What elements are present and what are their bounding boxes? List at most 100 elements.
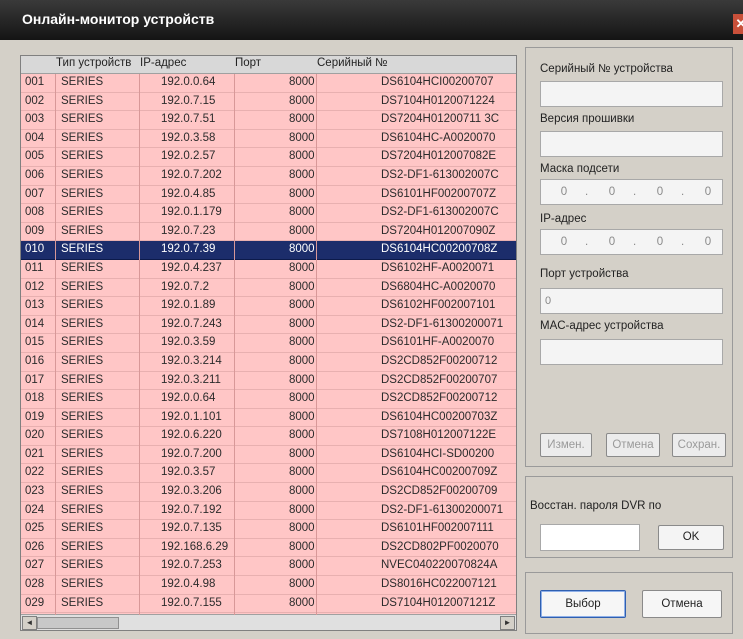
footer-panel: Выбор Отмена bbox=[525, 572, 733, 634]
ip-address-cell: 192.0.4.237 bbox=[161, 261, 222, 274]
ip-address-cell: 192.0.3.57 bbox=[161, 466, 216, 479]
scroll-right-icon[interactable]: ► bbox=[500, 616, 515, 630]
column-divider bbox=[316, 74, 317, 615]
serial-number-cell: DS2-DF1-613002007C bbox=[381, 168, 499, 181]
scroll-left-icon[interactable]: ◄ bbox=[22, 616, 37, 630]
serial-number-cell: DS2CD852F00200712 bbox=[381, 392, 498, 405]
table-row[interactable]: 012 SERIES 192.0.7.2 8000 DS6804HC-A0020070 bbox=[21, 279, 516, 298]
serial-number-cell: DS7204H012007090Z bbox=[381, 224, 496, 237]
column-header-serial[interactable]: Серийный № bbox=[317, 57, 388, 69]
port-cell: 8000 bbox=[289, 113, 315, 126]
row-number: 021 bbox=[25, 447, 45, 460]
table-row[interactable]: 011 SERIES 192.0.4.237 8000 DS6102HF-A002007… bbox=[21, 260, 516, 279]
table-row[interactable]: 006 SERIES 192.0.7.202 8000 DS2-DF1-61300200… bbox=[21, 167, 516, 186]
row-number: 029 bbox=[25, 596, 45, 609]
mac-address-field[interactable] bbox=[540, 339, 723, 365]
table-row[interactable]: 015 SERIES 192.0.3.59 8000 DS6101HF-A0020070 bbox=[21, 334, 516, 353]
ip-address-field[interactable]: 0 . 0 . 0 . 0 bbox=[540, 229, 723, 255]
table-row[interactable]: 004 SERIES 192.0.3.58 8000 DS6104HC-A0020070 bbox=[21, 130, 516, 149]
window-title: Онлайн-монитор устройств bbox=[22, 11, 215, 27]
ip-address-cell: 192.0.2.57 bbox=[161, 150, 216, 163]
close-icon[interactable]: ✕ bbox=[733, 14, 743, 34]
device-type-cell: SERIES bbox=[61, 243, 104, 256]
firmware-field[interactable] bbox=[540, 131, 723, 157]
serial-number-cell: DS2CD852F00200712 bbox=[381, 354, 498, 367]
horizontal-scrollbar[interactable]: ◄ ► bbox=[21, 614, 516, 630]
table-row-selected[interactable]: 010 SERIES 192.0.7.39 8000 DS6104HC00200708Z bbox=[21, 241, 516, 260]
ip-address-cell: 192.0.3.206 bbox=[161, 485, 222, 498]
title-bar[interactable]: Онлайн-монитор устройств ✕ bbox=[0, 0, 743, 40]
port-cell: 8000 bbox=[289, 392, 315, 405]
cancel-button[interactable]: Отмена bbox=[642, 590, 722, 618]
table-row[interactable]: 017 SERIES 192.0.3.211 8000 DS2CD852F0020070… bbox=[21, 372, 516, 391]
device-type-cell: SERIES bbox=[61, 76, 104, 88]
serial-number-cell: DS6804HC-A0020070 bbox=[381, 280, 496, 293]
device-type-cell: SERIES bbox=[61, 354, 104, 367]
table-row[interactable]: 014 SERIES 192.0.7.243 8000 DS2-DF1-61300200… bbox=[21, 316, 516, 335]
table-row[interactable]: 008 SERIES 192.0.1.179 8000 DS2-DF1-61300200… bbox=[21, 204, 516, 223]
table-row[interactable]: 022 SERIES 192.0.3.57 8000 DS6104HC00200709Z bbox=[21, 464, 516, 484]
serial-number-cell: DS6104HCI-SD00200 bbox=[381, 447, 495, 460]
table-row[interactable]: 026 SERIES 192.168.6.29 8000 DS2CD802PF00200… bbox=[21, 539, 516, 558]
table-row[interactable]: 020 SERIES 192.0.6.220 8000 DS7108H012007122… bbox=[21, 427, 516, 446]
mask-octet: 0 bbox=[704, 186, 712, 198]
device-type-cell: SERIES bbox=[61, 94, 104, 107]
ip-address-label: IP-адрес bbox=[540, 213, 587, 225]
port-cell: 8000 bbox=[289, 131, 315, 144]
table-row[interactable]: 025 SERIES 192.0.7.135 8000 DS6101HF00200711… bbox=[21, 520, 516, 539]
subnet-mask-field[interactable]: 0 . 0 . 0 . 0 bbox=[540, 179, 723, 205]
row-number: 003 bbox=[25, 113, 45, 126]
restore-password-panel: Восстан. пароля DVR по OK bbox=[525, 476, 733, 558]
column-header-port[interactable]: Порт bbox=[235, 57, 261, 69]
ip-address-cell: 192.0.3.214 bbox=[161, 354, 222, 367]
table-row[interactable]: 029 SERIES 192.0.7.155 8000 DS7104H012007121… bbox=[21, 595, 516, 614]
column-header-ip[interactable]: IP-адрес bbox=[140, 57, 186, 69]
row-number: 025 bbox=[25, 522, 45, 535]
table-row[interactable]: 003 SERIES 192.0.7.51 8000 DS7204H01200711 3… bbox=[21, 111, 516, 130]
port-cell: 8000 bbox=[289, 299, 315, 312]
ip-address-cell: 192.0.4.85 bbox=[161, 187, 216, 200]
ip-address-cell: 192.0.3.211 bbox=[161, 373, 221, 386]
device-list[interactable]: Тип устройств IP-адрес Порт Серийный № 0… bbox=[20, 55, 517, 631]
table-row[interactable]: 023 SERIES 192.0.3.206 8000 DS2CD852F0020070… bbox=[21, 483, 516, 502]
ip-address-cell: 192.0.7.253 bbox=[161, 559, 222, 572]
row-number: 012 bbox=[25, 280, 45, 293]
table-row[interactable]: 027 SERIES 192.0.7.253 8000 NVEC040220070824… bbox=[21, 557, 516, 577]
details-cancel-button[interactable]: Отмена bbox=[606, 433, 660, 457]
row-number: 007 bbox=[25, 187, 45, 200]
table-row[interactable]: 013 SERIES 192.0.1.89 8000 DS6102HF002007101 bbox=[21, 297, 516, 316]
row-number: 005 bbox=[25, 150, 45, 163]
table-row[interactable]: 005 SERIES 192.0.2.57 8000 DS7204H012007082E bbox=[21, 148, 516, 167]
serial-number-cell: DS6101HF-A0020070 bbox=[381, 336, 495, 349]
device-port-field[interactable]: 0 bbox=[540, 288, 723, 314]
device-details-panel: Серийный № устройства Версия прошивки Ма… bbox=[525, 47, 733, 467]
table-row[interactable]: 002 SERIES 192.0.7.15 8000 DS7104H0120071224 bbox=[21, 93, 516, 112]
restore-password-input[interactable] bbox=[540, 524, 640, 551]
device-type-cell: SERIES bbox=[61, 280, 104, 293]
table-row[interactable]: 018 SERIES 192.0.0.64 8000 DS2CD852F00200712 bbox=[21, 390, 516, 409]
device-type-cell: SERIES bbox=[61, 522, 104, 535]
serial-number-cell: DS2-DF1-61300200071 bbox=[381, 503, 504, 516]
table-row[interactable]: 001 SERIES 192.0.0.64 8000 DS6104HCI00200707 bbox=[21, 74, 516, 93]
table-row[interactable]: 028 SERIES 192.0.4.98 8000 DS8016HC022007121 bbox=[21, 576, 516, 595]
scroll-thumb[interactable] bbox=[37, 617, 119, 629]
ip-address-cell: 192.0.7.23 bbox=[161, 224, 216, 237]
serial-field[interactable] bbox=[540, 81, 723, 107]
port-cell: 8000 bbox=[289, 540, 315, 553]
table-row[interactable]: 009 SERIES 192.0.7.23 8000 DS7204H012007090Z bbox=[21, 223, 516, 242]
ip-address-cell: 192.0.7.51 bbox=[161, 113, 216, 126]
serial-number-cell: DS6102HF002007101 bbox=[381, 299, 496, 312]
table-row[interactable]: 024 SERIES 192.0.7.192 8000 DS2-DF1-61300200… bbox=[21, 502, 516, 521]
save-button[interactable]: Сохран. bbox=[672, 433, 726, 457]
ok-button[interactable]: OK bbox=[658, 525, 724, 550]
select-button[interactable]: Выбор bbox=[540, 590, 626, 618]
serial-number-cell: DS2CD802PF0020070 bbox=[381, 540, 499, 553]
column-header-device-type[interactable]: Тип устройств bbox=[56, 57, 131, 69]
table-row[interactable]: 021 SERIES 192.0.7.200 8000 DS6104HCI-SD0020… bbox=[21, 446, 516, 465]
table-row[interactable]: 007 SERIES 192.0.4.85 8000 DS6101HF00200707Z bbox=[21, 186, 516, 205]
port-cell: 8000 bbox=[289, 596, 315, 609]
modify-button[interactable]: Измен. bbox=[540, 433, 592, 457]
table-row[interactable]: 016 SERIES 192.0.3.214 8000 DS2CD852F0020071… bbox=[21, 353, 516, 372]
table-row[interactable]: 019 SERIES 192.0.1.101 8000 DS6104HC00200703… bbox=[21, 409, 516, 428]
serial-number-cell: DS6102HF-A0020071 bbox=[381, 261, 495, 274]
